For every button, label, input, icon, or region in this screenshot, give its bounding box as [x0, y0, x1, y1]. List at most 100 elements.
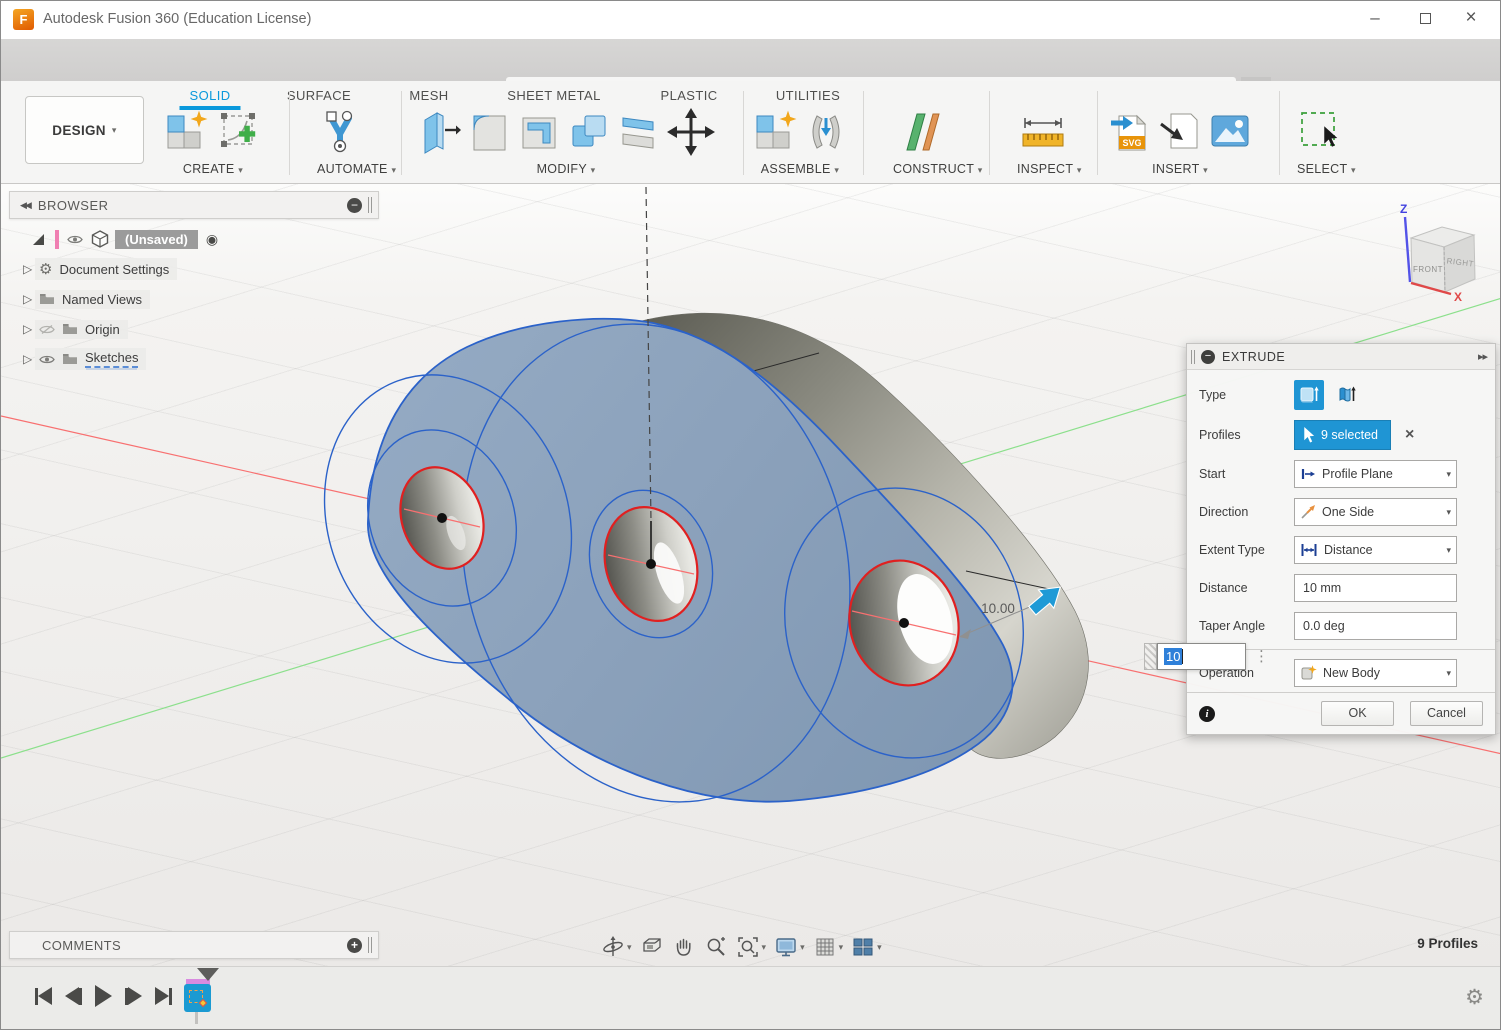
- add-comment-icon[interactable]: +: [347, 938, 362, 953]
- distance-input[interactable]: 10 mm: [1294, 574, 1457, 602]
- combine-button[interactable]: [567, 108, 611, 156]
- fit-button[interactable]: ▾: [734, 933, 769, 961]
- timeline-settings-gear-icon[interactable]: ⚙: [1465, 985, 1484, 1010]
- new-component-button[interactable]: [753, 108, 799, 156]
- dialog-grip-handle[interactable]: [1191, 350, 1195, 364]
- viewport[interactable]: 10.00 FRONT RIGHT Z X ◀◀ B: [1, 184, 1501, 966]
- move-copy-button[interactable]: [667, 108, 715, 156]
- timeline-marker[interactable]: [197, 981, 227, 999]
- input-options-handle[interactable]: ⋮: [1254, 650, 1269, 663]
- expand-arrow-icon[interactable]: ▷: [23, 352, 35, 366]
- tree-item-document-settings[interactable]: ▷ ⚙Document Settings: [9, 254, 379, 284]
- input-drag-grip[interactable]: [1144, 643, 1157, 670]
- navigation-toolbar: ▾ ▾ ▾ ▾: [599, 932, 884, 962]
- group-label-construct[interactable]: CONSTRUCT ▾: [893, 162, 983, 176]
- grid-icon: [813, 935, 837, 959]
- grid-layout-button[interactable]: ▾: [811, 933, 846, 961]
- extrude-type-thin-button[interactable]: [1332, 380, 1362, 410]
- tab-plastic[interactable]: PLASTIC: [657, 86, 722, 105]
- skip-to-start-button[interactable]: [35, 987, 52, 1005]
- insert-derive-button[interactable]: [1157, 108, 1201, 156]
- skip-to-end-button[interactable]: [155, 987, 172, 1005]
- browser-root-row[interactable]: (Unsaved) ◉: [9, 224, 379, 254]
- taper-angle-input[interactable]: 0.0 deg: [1294, 612, 1457, 640]
- tab-sheet-metal[interactable]: SHEET METAL: [503, 86, 605, 105]
- extrude-type-solid-button[interactable]: [1294, 380, 1324, 410]
- operation-dropdown[interactable]: New Body ▾: [1294, 659, 1457, 687]
- design-workspace-button[interactable]: DESIGN ▾: [25, 96, 144, 164]
- visibility-eye-icon[interactable]: [67, 234, 83, 245]
- dialog-flyout-icon[interactable]: ▸▸: [1478, 350, 1487, 363]
- canvas-distance-input[interactable]: 10: [1157, 643, 1246, 670]
- measure-button[interactable]: [1017, 108, 1069, 156]
- expand-arrow-icon[interactable]: ▷: [23, 292, 35, 306]
- automate-button[interactable]: [317, 108, 363, 156]
- zoom-button[interactable]: [702, 933, 730, 961]
- insert-canvas-button[interactable]: [1207, 108, 1253, 156]
- play-button[interactable]: [95, 985, 112, 1007]
- step-back-button[interactable]: [65, 987, 82, 1005]
- tree-item-sketches[interactable]: ▷ Sketches: [9, 344, 379, 374]
- group-label-inspect[interactable]: INSPECT ▾: [1017, 162, 1082, 176]
- extent-type-dropdown[interactable]: Distance ▾: [1294, 536, 1457, 564]
- eye-off-icon[interactable]: [39, 324, 55, 335]
- expand-arrow-icon[interactable]: ▷: [23, 322, 35, 336]
- group-label-assemble[interactable]: ASSEMBLE ▾: [753, 162, 847, 176]
- eye-icon[interactable]: [39, 354, 55, 365]
- view-cube[interactable]: FRONT RIGHT Z X: [1400, 202, 1475, 304]
- timeline-sketch-feature[interactable]: [184, 979, 224, 1025]
- create-sketch-button[interactable]: [216, 108, 262, 156]
- display-settings-button[interactable]: ▾: [772, 933, 807, 961]
- joint-button[interactable]: [805, 108, 847, 156]
- extrude-solid-icon: [1298, 384, 1320, 406]
- activate-component-icon[interactable]: ◉: [206, 231, 218, 248]
- tree-item-origin[interactable]: ▷ Origin: [9, 314, 379, 344]
- tab-surface[interactable]: SURFACE: [283, 86, 355, 105]
- cancel-button[interactable]: Cancel: [1410, 701, 1483, 726]
- root-document-label[interactable]: (Unsaved): [115, 230, 198, 249]
- browser-grip-handle[interactable]: [368, 197, 372, 213]
- step-forward-button[interactable]: [125, 987, 142, 1005]
- profiles-selection-button[interactable]: 9 selected: [1294, 420, 1391, 450]
- expand-arrow-icon[interactable]: ▷: [23, 262, 35, 276]
- direction-dropdown[interactable]: One Side ▾: [1294, 498, 1457, 526]
- profiles-selected-count: 9 selected: [1321, 428, 1378, 442]
- expanded-triangle-icon[interactable]: [33, 234, 44, 245]
- select-button[interactable]: [1297, 108, 1345, 156]
- offset-face-button[interactable]: [617, 108, 661, 156]
- info-icon[interactable]: i: [1199, 706, 1215, 722]
- browser-panel-header[interactable]: ◀◀ BROWSER −: [9, 191, 379, 219]
- close-button[interactable]: ×: [1448, 1, 1494, 35]
- tree-item-named-views[interactable]: ▷ Named Views: [9, 284, 379, 314]
- dialog-collapse-icon[interactable]: −: [1201, 350, 1215, 364]
- grid-caret-icon: ▾: [839, 942, 844, 953]
- comments-panel-header[interactable]: COMMENTS +: [9, 931, 379, 959]
- look-at-button[interactable]: [638, 933, 666, 961]
- extrude-dialog-header[interactable]: − EXTRUDE ▸▸: [1187, 344, 1495, 370]
- maximize-button[interactable]: [1402, 1, 1448, 35]
- tab-mesh[interactable]: MESH: [405, 86, 452, 105]
- minimize-button[interactable]: –: [1352, 1, 1398, 35]
- press-pull-button[interactable]: [417, 108, 461, 156]
- browser-collapse-icon[interactable]: ◀◀: [20, 200, 30, 211]
- start-dropdown[interactable]: Profile Plane ▾: [1294, 460, 1457, 488]
- pan-button[interactable]: [670, 933, 698, 961]
- clear-selection-icon[interactable]: ×: [1405, 426, 1414, 444]
- group-label-select[interactable]: SELECT ▾: [1297, 162, 1356, 176]
- browser-minimize-icon[interactable]: −: [347, 198, 362, 213]
- construct-plane-button[interactable]: [893, 108, 953, 156]
- tab-utilities[interactable]: UTILITIES: [772, 86, 844, 105]
- orbit-button[interactable]: ▾: [599, 933, 634, 961]
- tab-solid[interactable]: SOLID: [185, 86, 234, 105]
- group-label-modify[interactable]: MODIFY ▾: [417, 162, 715, 176]
- create-form-button[interactable]: [164, 108, 210, 156]
- group-label-insert[interactable]: INSERT ▾: [1107, 162, 1253, 176]
- group-label-automate[interactable]: AUTOMATE ▾: [317, 162, 396, 176]
- insert-svg-button[interactable]: SVG: [1107, 108, 1151, 156]
- fillet-button[interactable]: [467, 108, 511, 156]
- comments-grip-handle[interactable]: [368, 937, 372, 953]
- shell-button[interactable]: [517, 108, 561, 156]
- group-label-create[interactable]: CREATE ▾: [164, 162, 262, 176]
- viewports-button[interactable]: ▾: [849, 933, 884, 961]
- ok-button[interactable]: OK: [1321, 701, 1394, 726]
